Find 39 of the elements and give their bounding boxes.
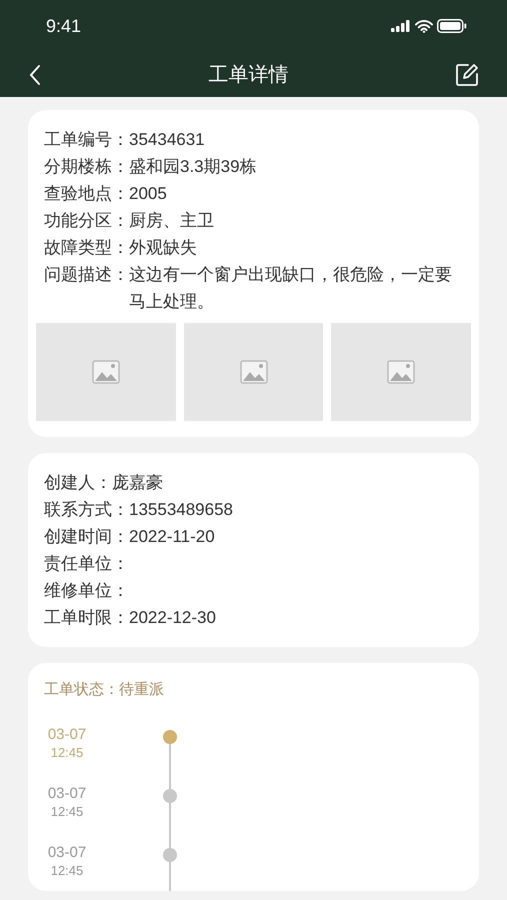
- field-value: 庞嘉豪: [112, 472, 163, 494]
- battery-icon: [437, 19, 467, 33]
- field-value: 13553489658: [129, 499, 234, 521]
- image-icon: [92, 360, 120, 384]
- field-label: 功能分区：: [44, 210, 129, 232]
- order-status: 工单状态：待重派: [44, 680, 165, 700]
- field-label: 查验地点：: [44, 183, 129, 205]
- field-label: 故障类型：: [44, 237, 129, 259]
- field-value: 外观缺失: [129, 237, 197, 259]
- field-label: 联系方式：: [44, 499, 129, 521]
- field-label: 创建人：: [44, 472, 112, 494]
- timeline-time: 12:45: [50, 744, 84, 760]
- field-label: 工单编号：: [44, 129, 129, 151]
- back-button[interactable]: [28, 64, 42, 86]
- image-icon: [240, 360, 268, 384]
- image-icon: [387, 360, 416, 384]
- field-value: 2005: [129, 183, 167, 205]
- field-value: 这边有一个窗户出现缺口，很危险，一定要马上处理。: [129, 264, 453, 313]
- field-value: 2022-12-30: [129, 607, 216, 629]
- field-value: 2022-11-20: [129, 526, 215, 548]
- page-title: 工单详情: [208, 62, 288, 88]
- field-label: 创建时间：: [44, 526, 129, 548]
- field-label: 分期楼栋：: [44, 156, 129, 178]
- timeline-date: 03-07: [46, 844, 88, 862]
- wifi-icon: [415, 20, 433, 32]
- timeline-date: 03-07: [46, 784, 88, 802]
- field-label: 工单时限：: [44, 607, 129, 629]
- field-value: 35434631: [129, 129, 205, 151]
- field-value: 盛和园3.3期39栋: [129, 156, 257, 178]
- field-label: 责任单位：: [44, 553, 129, 575]
- status-time: 9:41: [46, 14, 82, 38]
- field-label: 维修单位：: [44, 580, 129, 602]
- field-value: 厨房、主卫: [129, 210, 214, 232]
- signal-icon: [391, 20, 411, 32]
- timeline-time: 12:45: [50, 862, 84, 878]
- timeline-date: 03-07: [46, 726, 88, 744]
- field-label: 问题描述：: [44, 264, 129, 286]
- edit-button[interactable]: [455, 62, 479, 86]
- timeline-time: 12:45: [50, 802, 84, 820]
